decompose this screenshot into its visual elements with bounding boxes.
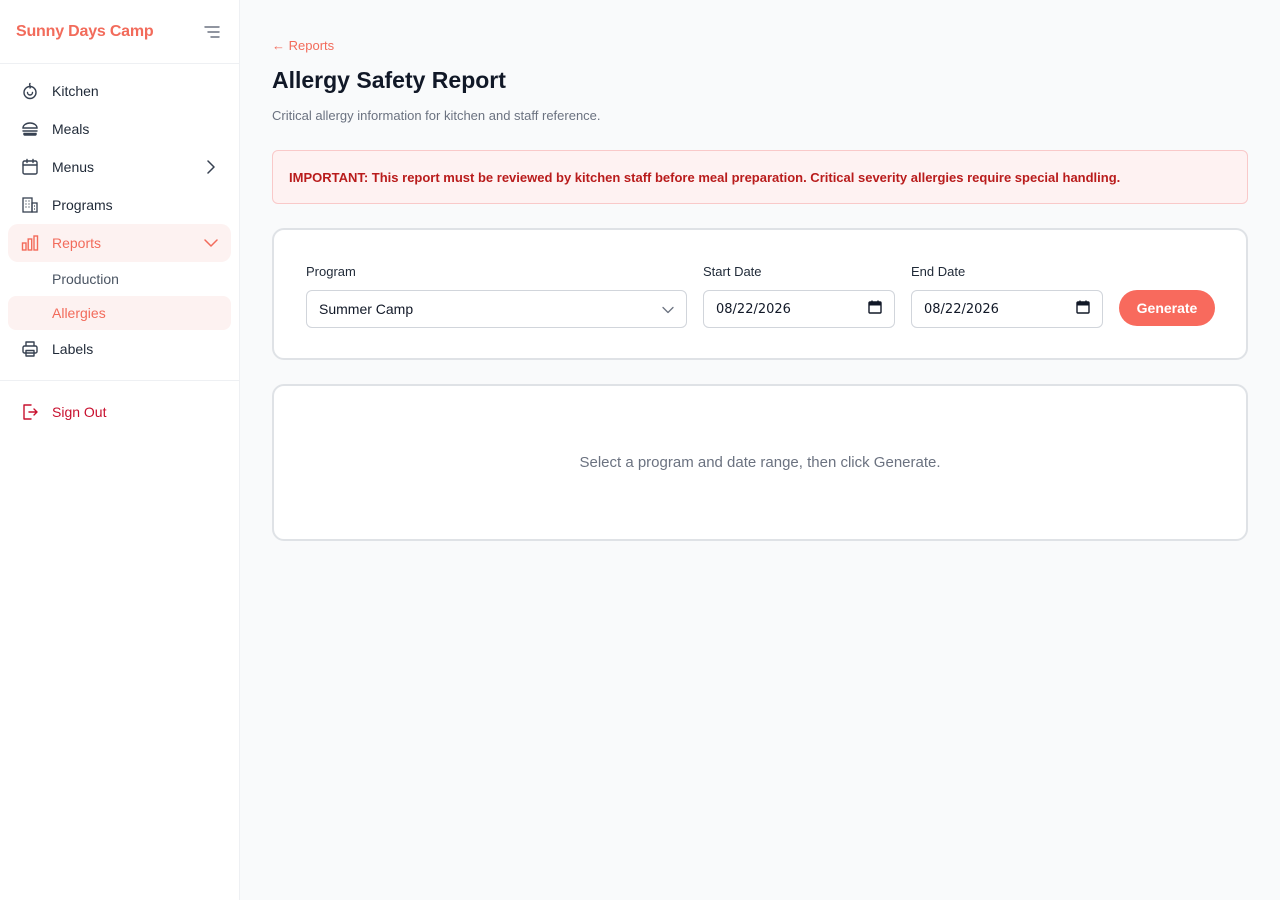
main-content: ← Reports Allergy Safety Report Critical…: [240, 0, 1280, 900]
calendar-icon: [20, 157, 40, 177]
empty-state-text: Select a program and date range, then cl…: [579, 454, 941, 471]
sidebar-item-programs[interactable]: Programs: [8, 186, 231, 224]
chevron-right-icon: [203, 159, 219, 175]
end-date-input[interactable]: 08/22/2026: [911, 290, 1103, 328]
sidebar-item-menus[interactable]: Menus: [8, 148, 231, 186]
start-date-value: 08/22/2026: [716, 301, 791, 317]
back-to-reports-link[interactable]: ← Reports: [272, 38, 334, 53]
sidebar: Sunny Days Camp Kitchen Meals Menus Prog…: [0, 0, 240, 900]
menu-toggle-icon[interactable]: [201, 21, 223, 43]
page-subtitle: Critical allergy information for kitchen…: [272, 108, 601, 123]
sign-out-button[interactable]: Sign Out: [8, 393, 231, 431]
sidebar-nav: Kitchen Meals Menus Programs Reports Pro…: [0, 64, 239, 368]
program-field: Program Summer Camp: [306, 264, 687, 328]
sidebar-item-kitchen[interactable]: Kitchen: [8, 72, 231, 110]
generate-button[interactable]: Generate: [1119, 290, 1215, 326]
program-select[interactable]: Summer Camp: [306, 290, 687, 328]
kitchen-icon: [20, 81, 40, 101]
printer-icon: [20, 339, 40, 359]
brand-name[interactable]: Sunny Days Camp: [16, 23, 154, 41]
building-icon: [20, 195, 40, 215]
sidebar-item-reports[interactable]: Reports: [8, 224, 231, 262]
start-date-label: Start Date: [703, 264, 762, 279]
sidebar-item-label: Labels: [52, 341, 94, 357]
sidebar-subitem-allergies[interactable]: Allergies: [8, 296, 231, 330]
program-label: Program: [306, 264, 356, 279]
sidebar-divider: [0, 380, 239, 381]
filter-card: Program Summer Camp Start Date 08/22/202…: [272, 228, 1248, 360]
program-select-value: Summer Camp: [319, 301, 414, 317]
sidebar-item-labels[interactable]: Labels: [8, 330, 231, 368]
start-date-field: Start Date 08/22/2026: [703, 264, 895, 328]
calendar-picker-icon[interactable]: [1076, 300, 1090, 318]
page-title: Allergy Safety Report: [272, 67, 506, 93]
sidebar-item-label: Menus: [52, 159, 95, 175]
calendar-picker-icon[interactable]: [868, 300, 882, 318]
results-card: Select a program and date range, then cl…: [272, 384, 1248, 541]
alert-text: IMPORTANT: This report must be reviewed …: [289, 169, 1121, 185]
end-date-field: End Date 08/22/2026: [911, 264, 1103, 328]
meals-icon: [20, 119, 40, 139]
sidebar-item-meals[interactable]: Meals: [8, 110, 231, 148]
sidebar-item-label: Kitchen: [52, 83, 99, 99]
sign-out-icon: [20, 402, 40, 422]
sidebar-subitem-production[interactable]: Production: [8, 262, 231, 296]
sidebar-subitem-label: Allergies: [52, 305, 106, 321]
important-alert: IMPORTANT: This report must be reviewed …: [272, 150, 1248, 204]
sidebar-item-label: Reports: [52, 235, 102, 251]
sidebar-header: Sunny Days Camp: [0, 0, 239, 64]
bar-chart-icon: [20, 233, 40, 253]
chevron-down-icon: [662, 301, 674, 317]
end-date-value: 08/22/2026: [924, 301, 999, 317]
sidebar-item-label: Meals: [52, 121, 90, 137]
start-date-input[interactable]: 08/22/2026: [703, 290, 895, 328]
sidebar-item-label: Programs: [52, 197, 113, 213]
sidebar-subitem-label: Production: [52, 271, 119, 287]
chevron-down-icon: [203, 235, 219, 251]
sign-out-label: Sign Out: [52, 404, 107, 420]
end-date-label: End Date: [911, 264, 966, 279]
